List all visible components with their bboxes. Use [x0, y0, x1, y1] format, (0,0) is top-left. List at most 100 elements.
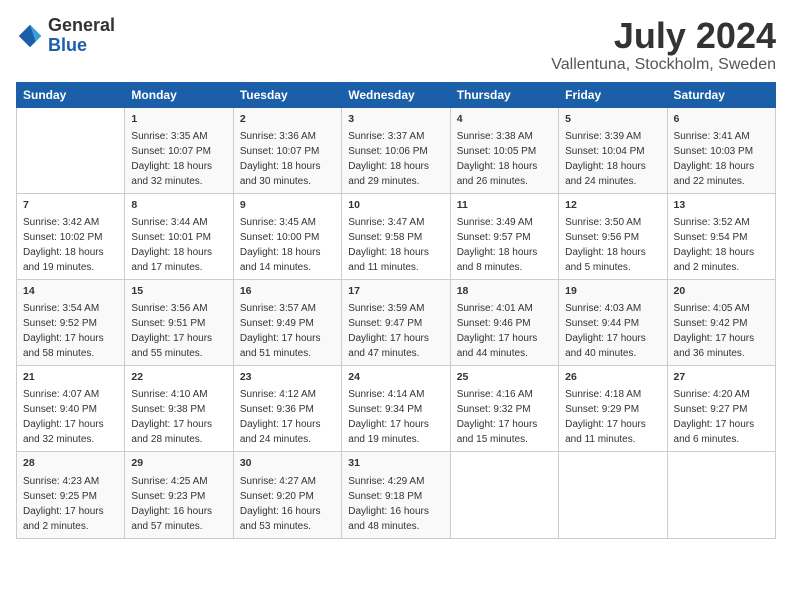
day-content: Sunrise: 3:56 AM Sunset: 9:51 PM Dayligh…: [131, 301, 226, 361]
calendar-table: SundayMondayTuesdayWednesdayThursdayFrid…: [16, 82, 776, 539]
empty-cell: [667, 452, 775, 538]
day-content: Sunrise: 4:03 AM Sunset: 9:44 PM Dayligh…: [565, 301, 660, 361]
day-number: 5: [565, 112, 660, 127]
calendar-day-cell: 11Sunrise: 3:49 AM Sunset: 9:57 PM Dayli…: [450, 193, 558, 279]
day-number: 18: [457, 284, 552, 299]
day-number: 7: [23, 198, 118, 213]
day-number: 17: [348, 284, 443, 299]
calendar-day-cell: 9Sunrise: 3:45 AM Sunset: 10:00 PM Dayli…: [233, 193, 341, 279]
calendar-day-cell: 6 Sunrise: 3:41 AM Sunset: 10:03 PM Dayli…: [667, 107, 775, 193]
day-number: 29: [131, 456, 226, 471]
day-content: Sunrise: 3:52 AM Sunset: 9:54 PM Dayligh…: [674, 215, 769, 275]
day-content: Sunrise: 4:12 AM Sunset: 9:36 PM Dayligh…: [240, 387, 335, 447]
empty-cell: [17, 107, 125, 193]
day-content: Sunrise: 4:23 AM Sunset: 9:25 PM Dayligh…: [23, 474, 118, 534]
day-number: 20: [674, 284, 769, 299]
page-header: General Blue July 2024 Vallentuna, Stock…: [16, 16, 776, 74]
day-number: 22: [131, 370, 226, 385]
empty-cell: [450, 452, 558, 538]
calendar-day-cell: 20 Sunrise: 4:05 AM Sunset: 9:42 PM Dayli…: [667, 280, 775, 366]
day-number: 16: [240, 284, 335, 299]
location-title: Vallentuna, Stockholm, Sweden: [551, 56, 776, 74]
calendar-week-row: 14Sunrise: 3:54 AM Sunset: 9:52 PM Dayli…: [17, 280, 776, 366]
calendar-day-cell: 17Sunrise: 3:59 AM Sunset: 9:47 PM Dayli…: [342, 280, 450, 366]
day-number: 2: [240, 112, 335, 127]
calendar-day-cell: 31 Sunrise: 4:29 AM Sunset: 9:18 PM Dayli…: [342, 452, 450, 538]
day-content: Sunrise: 3:42 AM Sunset: 10:02 PM Daylig…: [23, 215, 118, 275]
title-block: July 2024 Vallentuna, Stockholm, Sweden: [551, 16, 776, 74]
calendar-day-cell: 24Sunrise: 4:14 AM Sunset: 9:34 PM Dayli…: [342, 366, 450, 452]
day-content: Sunrise: 3:41 AM Sunset: 10:03 PM Daylig…: [674, 129, 769, 189]
calendar-day-cell: 14Sunrise: 3:54 AM Sunset: 9:52 PM Dayli…: [17, 280, 125, 366]
calendar-day-cell: 19 Sunrise: 4:03 AM Sunset: 9:44 PM Dayli…: [559, 280, 667, 366]
calendar-day-cell: 10 Sunrise: 3:47 AM Sunset: 9:58 PM Dayli…: [342, 193, 450, 279]
calendar-day-cell: 30 Sunrise: 4:27 AM Sunset: 9:20 PM Dayli…: [233, 452, 341, 538]
day-number: 9: [240, 198, 335, 213]
day-content: Sunrise: 3:50 AM Sunset: 9:56 PM Dayligh…: [565, 215, 660, 275]
calendar-header-row: SundayMondayTuesdayWednesdayThursdayFrid…: [17, 82, 776, 107]
day-number: 27: [674, 370, 769, 385]
day-content: Sunrise: 4:10 AM Sunset: 9:38 PM Dayligh…: [131, 387, 226, 447]
day-number: 3: [348, 112, 443, 127]
logo-general: General: [48, 15, 115, 35]
day-number: 13: [674, 198, 769, 213]
calendar-week-row: 28 Sunrise: 4:23 AM Sunset: 9:25 PM Dayli…: [17, 452, 776, 538]
calendar-day-cell: 1 Sunrise: 3:35 AM Sunset: 10:07 PM Dayli…: [125, 107, 233, 193]
calendar-day-cell: 22 Sunrise: 4:10 AM Sunset: 9:38 PM Dayli…: [125, 366, 233, 452]
day-content: Sunrise: 4:18 AM Sunset: 9:29 PM Dayligh…: [565, 387, 660, 447]
calendar-day-cell: 16 Sunrise: 3:57 AM Sunset: 9:49 PM Dayli…: [233, 280, 341, 366]
month-title: July 2024: [551, 16, 776, 56]
header-sunday: Sunday: [17, 82, 125, 107]
header-friday: Friday: [559, 82, 667, 107]
day-content: Sunrise: 3:44 AM Sunset: 10:01 PM Daylig…: [131, 215, 226, 275]
day-number: 30: [240, 456, 335, 471]
day-content: Sunrise: 3:35 AM Sunset: 10:07 PM Daylig…: [131, 129, 226, 189]
day-content: Sunrise: 4:16 AM Sunset: 9:32 PM Dayligh…: [457, 387, 552, 447]
day-number: 11: [457, 198, 552, 213]
calendar-day-cell: 2 Sunrise: 3:36 AM Sunset: 10:07 PM Dayli…: [233, 107, 341, 193]
calendar-day-cell: 8Sunrise: 3:44 AM Sunset: 10:01 PM Dayli…: [125, 193, 233, 279]
calendar-day-cell: 26 Sunrise: 4:18 AM Sunset: 9:29 PM Dayli…: [559, 366, 667, 452]
day-number: 10: [348, 198, 443, 213]
day-number: 1: [131, 112, 226, 127]
calendar-day-cell: 15Sunrise: 3:56 AM Sunset: 9:51 PM Dayli…: [125, 280, 233, 366]
day-number: 24: [348, 370, 443, 385]
day-content: Sunrise: 4:29 AM Sunset: 9:18 PM Dayligh…: [348, 474, 443, 534]
day-content: Sunrise: 3:36 AM Sunset: 10:07 PM Daylig…: [240, 129, 335, 189]
day-content: Sunrise: 4:27 AM Sunset: 9:20 PM Dayligh…: [240, 474, 335, 534]
day-content: Sunrise: 3:37 AM Sunset: 10:06 PM Daylig…: [348, 129, 443, 189]
day-number: 19: [565, 284, 660, 299]
day-content: Sunrise: 3:57 AM Sunset: 9:49 PM Dayligh…: [240, 301, 335, 361]
day-number: 31: [348, 456, 443, 471]
logo-icon: [16, 22, 44, 50]
day-content: Sunrise: 4:01 AM Sunset: 9:46 PM Dayligh…: [457, 301, 552, 361]
header-saturday: Saturday: [667, 82, 775, 107]
calendar-day-cell: 25Sunrise: 4:16 AM Sunset: 9:32 PM Dayli…: [450, 366, 558, 452]
day-content: Sunrise: 3:38 AM Sunset: 10:05 PM Daylig…: [457, 129, 552, 189]
day-number: 21: [23, 370, 118, 385]
calendar-day-cell: 13 Sunrise: 3:52 AM Sunset: 9:54 PM Dayli…: [667, 193, 775, 279]
calendar-day-cell: 5Sunrise: 3:39 AM Sunset: 10:04 PM Dayli…: [559, 107, 667, 193]
header-thursday: Thursday: [450, 82, 558, 107]
calendar-day-cell: 23 Sunrise: 4:12 AM Sunset: 9:36 PM Dayli…: [233, 366, 341, 452]
calendar-day-cell: 28 Sunrise: 4:23 AM Sunset: 9:25 PM Dayli…: [17, 452, 125, 538]
day-number: 26: [565, 370, 660, 385]
calendar-day-cell: 4Sunrise: 3:38 AM Sunset: 10:05 PM Dayli…: [450, 107, 558, 193]
calendar-day-cell: 7 Sunrise: 3:42 AM Sunset: 10:02 PM Dayli…: [17, 193, 125, 279]
logo: General Blue: [16, 16, 115, 56]
calendar-week-row: 21Sunrise: 4:07 AM Sunset: 9:40 PM Dayli…: [17, 366, 776, 452]
calendar-week-row: 1 Sunrise: 3:35 AM Sunset: 10:07 PM Dayli…: [17, 107, 776, 193]
header-wednesday: Wednesday: [342, 82, 450, 107]
empty-cell: [559, 452, 667, 538]
day-content: Sunrise: 4:25 AM Sunset: 9:23 PM Dayligh…: [131, 474, 226, 534]
day-content: Sunrise: 4:05 AM Sunset: 9:42 PM Dayligh…: [674, 301, 769, 361]
day-number: 23: [240, 370, 335, 385]
calendar-week-row: 7 Sunrise: 3:42 AM Sunset: 10:02 PM Dayli…: [17, 193, 776, 279]
calendar-day-cell: 12 Sunrise: 3:50 AM Sunset: 9:56 PM Dayli…: [559, 193, 667, 279]
day-number: 6: [674, 112, 769, 127]
header-monday: Monday: [125, 82, 233, 107]
day-number: 28: [23, 456, 118, 471]
day-number: 12: [565, 198, 660, 213]
calendar-day-cell: 21Sunrise: 4:07 AM Sunset: 9:40 PM Dayli…: [17, 366, 125, 452]
day-content: Sunrise: 3:47 AM Sunset: 9:58 PM Dayligh…: [348, 215, 443, 275]
